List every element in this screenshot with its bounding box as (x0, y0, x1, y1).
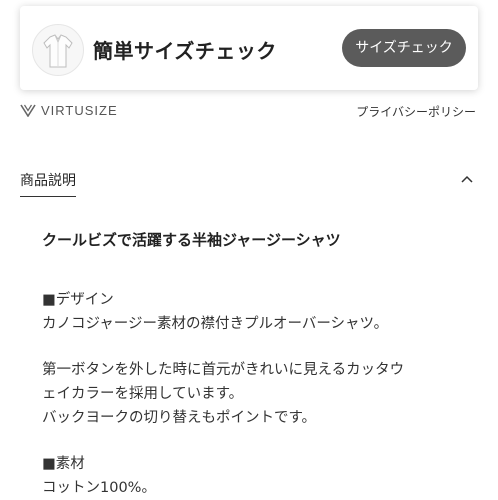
virtusize-brand[interactable]: VIRTUSIZE (20, 100, 118, 120)
chevron-up-icon[interactable] (460, 174, 474, 184)
description-headline: クールビズで活躍する半袖ジャージーシャツ (42, 231, 341, 249)
design-heading: ■デザイン (42, 292, 114, 308)
privacy-policy-link[interactable]: プライバシーポリシー (356, 103, 476, 120)
brand-name: VIRTUSIZE (41, 102, 118, 118)
product-description-header[interactable]: 商品説明 (20, 170, 478, 197)
size-check-title: 簡単サイズチェック (93, 39, 277, 63)
detail-line: 第一ボタンを外した時に首元がきれいに見えるカッタウ (42, 362, 405, 378)
shirt-icon (32, 24, 84, 76)
material-text: コットン100%。 (42, 480, 156, 496)
virtusize-logo-icon (20, 104, 36, 117)
detail-line: ェイカラーを採用しています。 (42, 386, 244, 402)
tab-product-description[interactable]: 商品説明 (20, 170, 76, 197)
material-heading: ■素材 (42, 456, 85, 472)
design-text: カノコジャージー素材の襟付きプルオーバーシャツ。 (42, 316, 389, 332)
detail-line: バックヨークの切り替えもポイントです。 (42, 410, 317, 426)
size-check-button[interactable]: サイズチェック (342, 29, 466, 67)
size-check-card: 簡単サイズチェック サイズチェック (20, 6, 478, 90)
product-description-body: クールビズで活躍する半袖ジャージーシャツ ■デザイン カノコジャージー素材の襟付… (42, 228, 462, 500)
